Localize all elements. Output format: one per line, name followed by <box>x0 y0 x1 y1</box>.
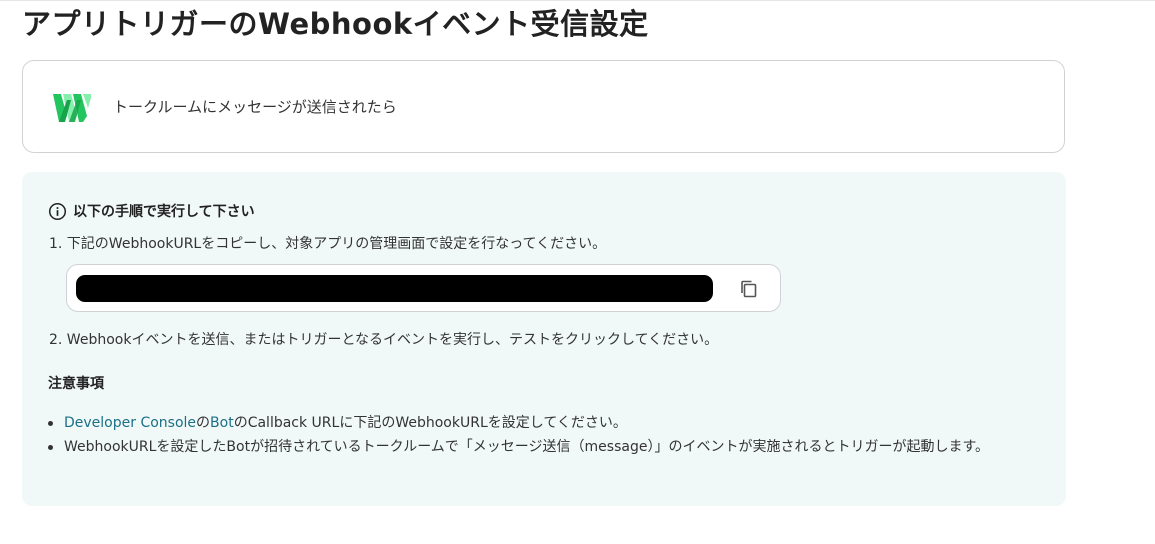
instruction-panel: 以下の手順で実行して下さい 1. 下記のWebhookURLをコピーし、対象アプ… <box>22 172 1066 506</box>
note-text: のCallback URLに下記のWebhookURLを設定してください。 <box>233 415 627 431</box>
info-circle-icon <box>48 202 67 220</box>
trigger-card[interactable]: トークルームにメッセージが送信されたら <box>22 60 1065 153</box>
note-text: WebhookURLを設定したBotが招待されているトークルームで「メッセージ送… <box>64 439 990 455</box>
bot-link[interactable]: Bot <box>210 415 234 431</box>
copy-url-button[interactable] <box>737 277 761 301</box>
notes-heading: 注意事項 <box>48 376 104 392</box>
trigger-label: トークルームにメッセージが送信されたら <box>113 98 397 116</box>
instruction-heading-text: 以下の手順で実行して下さい <box>73 204 255 220</box>
webhook-url-box[interactable] <box>66 264 781 312</box>
step-2-text: 2. Webhookイベントを送信、またはトリガーとなるイベントを実行し、テスト… <box>49 332 719 348</box>
copy-icon <box>741 280 757 298</box>
notes-list: Developer ConsoleのBotのCallback URLに下記のWe… <box>48 412 1048 460</box>
instruction-heading: 以下の手順で実行して下さい <box>48 201 255 221</box>
webhook-w-logo-icon <box>53 94 91 122</box>
webhook-url-redacted[interactable] <box>76 275 713 302</box>
top-divider <box>0 0 1155 1</box>
note-item-2: WebhookURLを設定したBotが招待されているトークルームで「メッセージ送… <box>48 436 1049 458</box>
step-1-text: 1. 下記のWebhookURLをコピーし、対象アプリの管理画面で設定を行なって… <box>49 236 607 252</box>
bullet <box>48 421 53 426</box>
note-item-1: Developer ConsoleのBotのCallback URLに下記のWe… <box>48 412 1048 434</box>
developer-console-link[interactable]: Developer Console <box>64 415 196 431</box>
bullet <box>48 445 53 450</box>
note-text: の <box>196 415 211 431</box>
page-title: アプリトリガーのWebhookイベント受信設定 <box>22 7 649 41</box>
